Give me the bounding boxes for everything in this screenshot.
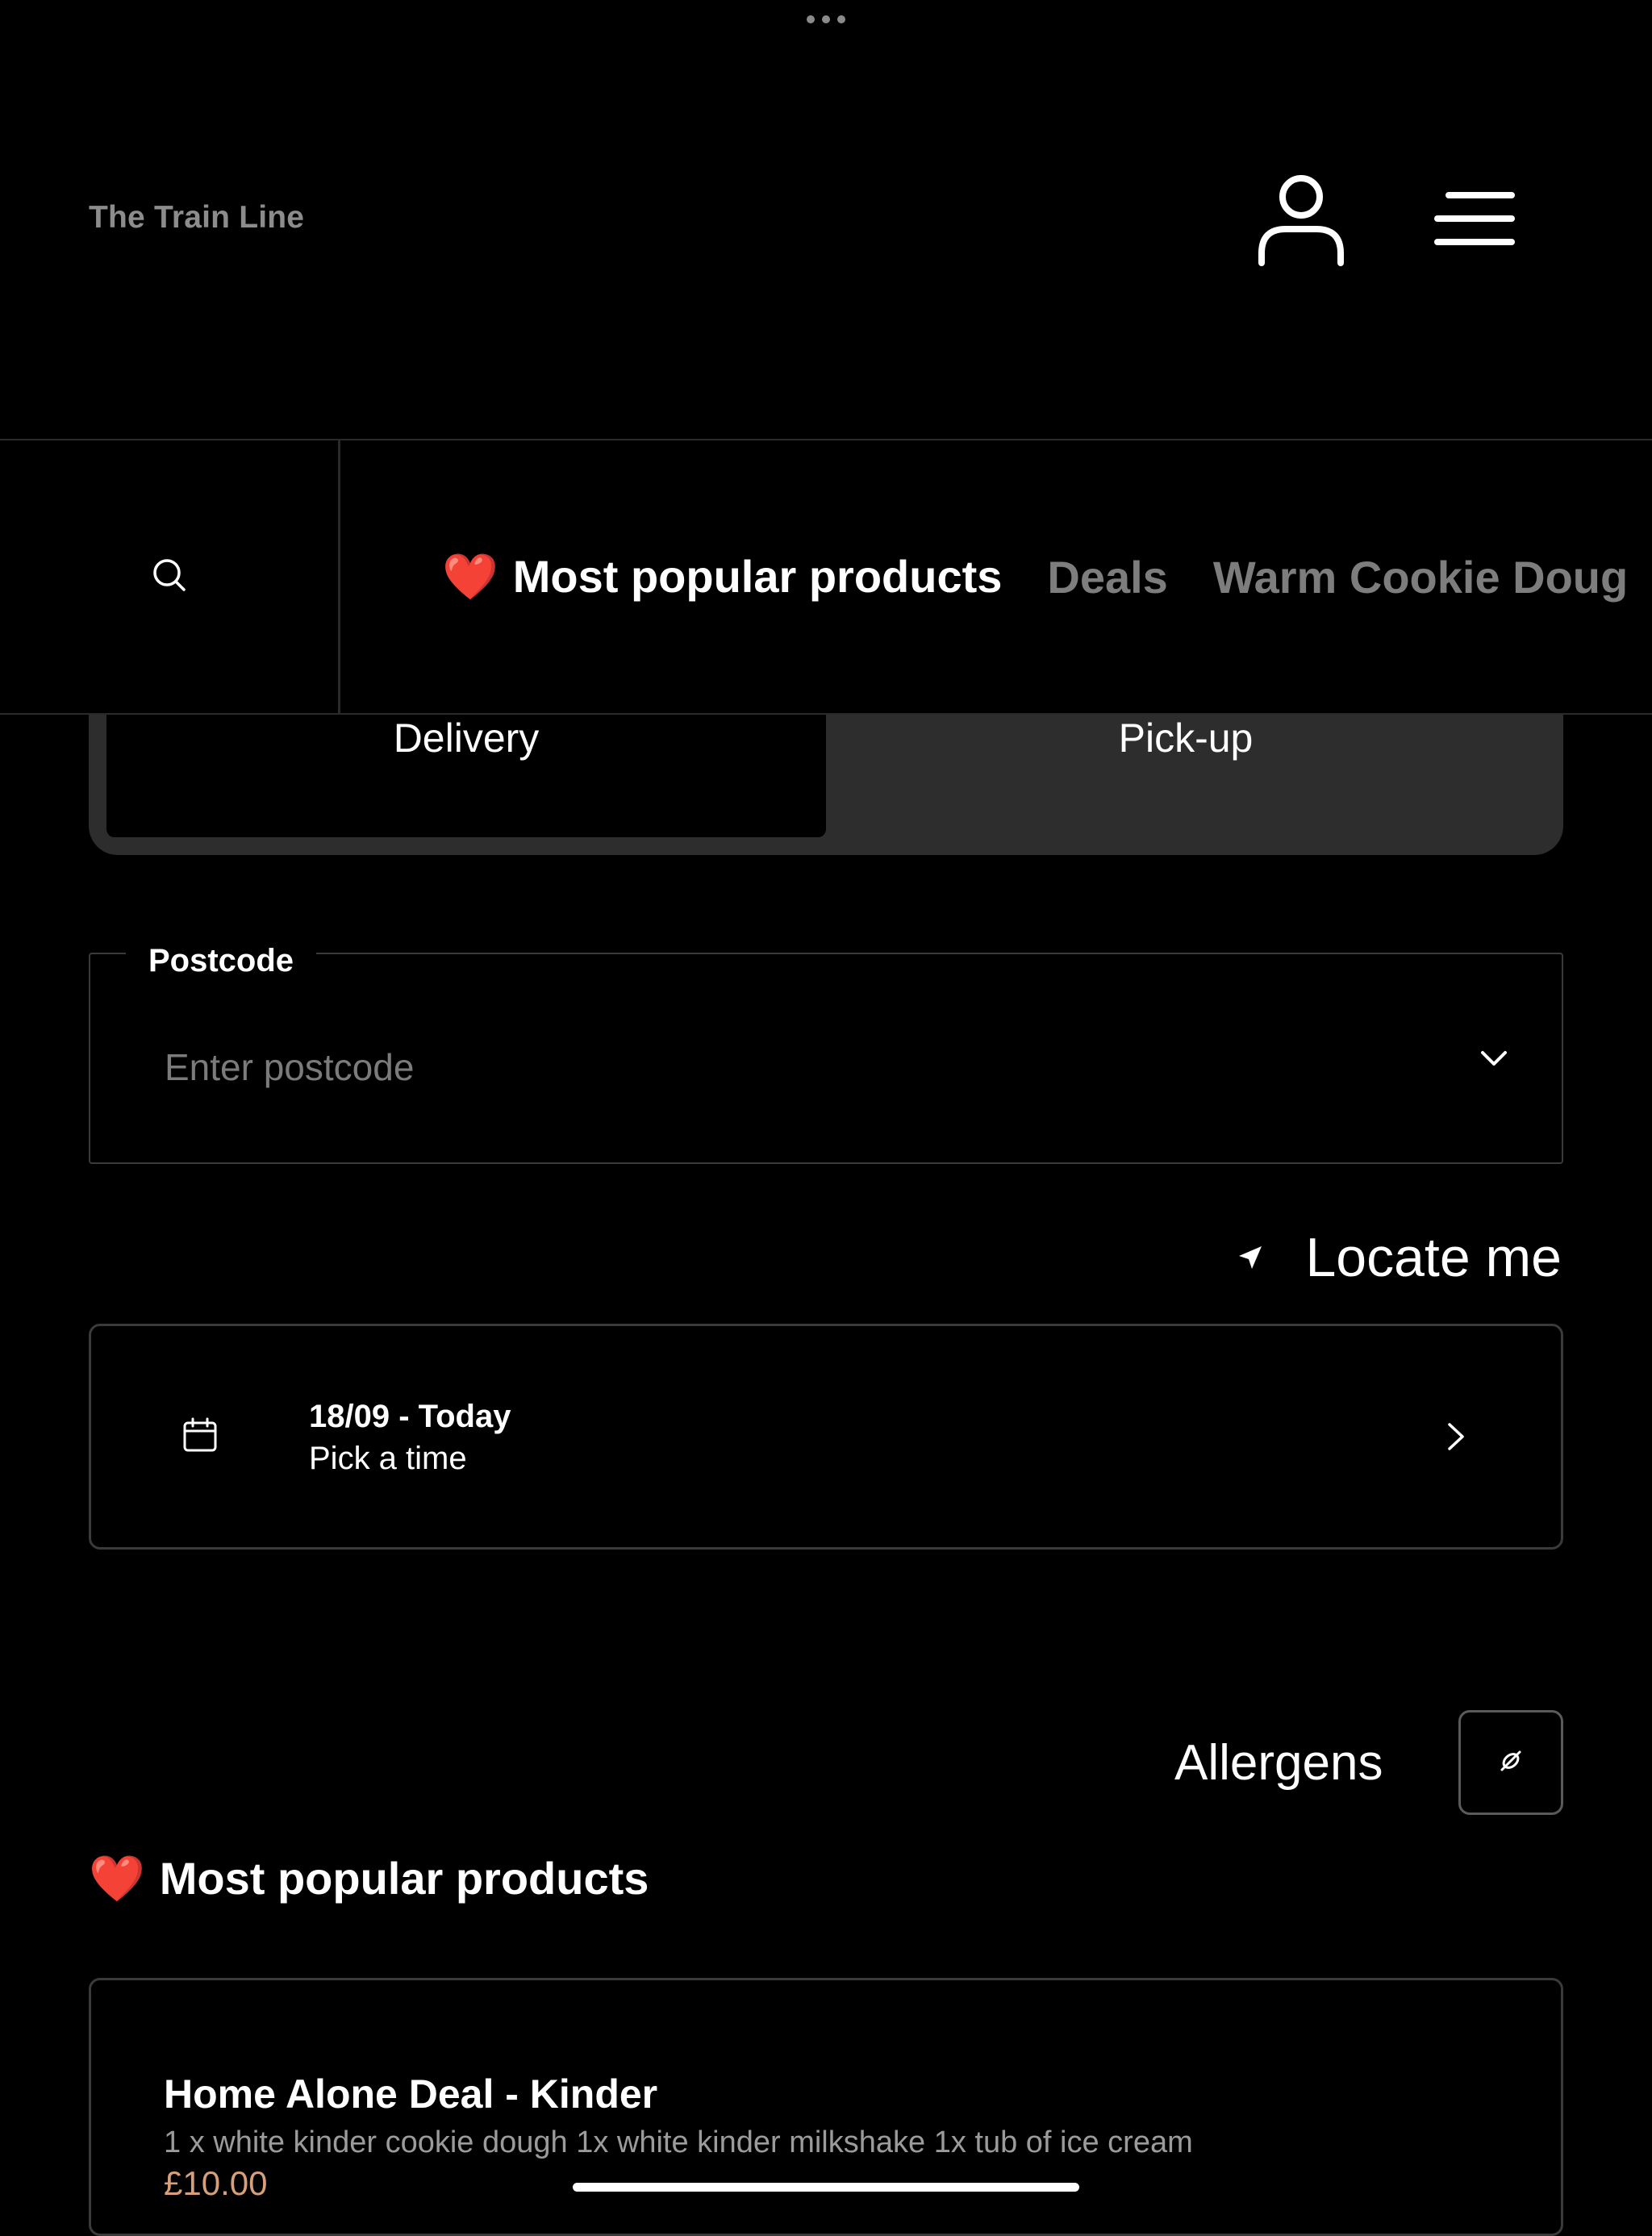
section-title: ❤️ Most popular products — [89, 1852, 649, 1905]
postcode-field[interactable]: Postcode — [89, 943, 1563, 1164]
user-icon[interactable] — [1257, 173, 1345, 266]
postcode-label: Postcode — [126, 943, 317, 979]
pick-time-label: Pick a time — [309, 1441, 467, 1476]
location-arrow-icon — [1233, 1241, 1265, 1274]
hamburger-menu-icon[interactable] — [1434, 190, 1515, 247]
product-description: 1 x white kinder cookie dough 1x white k… — [164, 2125, 1193, 2159]
locate-me-button[interactable]: Locate me — [1233, 1226, 1562, 1289]
postcode-input[interactable] — [165, 1035, 1375, 1099]
section-title-text: Most popular products — [159, 1853, 649, 1904]
tab-label: Most popular products — [512, 551, 1003, 602]
time-picker-card[interactable]: 18/09 - Today Pick a time — [89, 1324, 1563, 1550]
delivery-label: Delivery — [393, 715, 540, 761]
tab-label: Deals — [1047, 551, 1168, 603]
calendar-icon — [181, 1416, 219, 1454]
search-button[interactable] — [0, 440, 340, 713]
selected-date: 18/09 - Today — [309, 1399, 511, 1434]
allergens-label: Allergens — [1174, 1735, 1383, 1791]
home-indicator[interactable] — [573, 2183, 1079, 2192]
window-grabber[interactable] — [807, 15, 845, 23]
brand-name[interactable]: The Train Line — [89, 200, 304, 236]
pickup-option[interactable]: Pick-up — [826, 710, 1546, 837]
product-price: £10.00 — [164, 2164, 268, 2202]
tab-label: Warm Cookie Doug — [1212, 551, 1629, 603]
tab-warm-cookie-dough[interactable]: Warm Cookie Doug — [1213, 551, 1628, 603]
delivery-option[interactable]: Delivery — [106, 710, 826, 837]
tab-deals[interactable]: Deals — [1047, 551, 1167, 603]
category-bar: ❤️ Most popular products Deals Warm Cooki… — [0, 439, 1652, 715]
allergen-filter-icon — [1497, 1747, 1525, 1779]
search-icon — [152, 557, 187, 597]
allergens-filter-button[interactable] — [1458, 1710, 1563, 1815]
product-card[interactable]: Home Alone Deal - Kinder 1 x white kinde… — [89, 1978, 1563, 2236]
pickup-label: Pick-up — [1118, 715, 1254, 761]
chevron-right-icon — [1441, 1420, 1469, 1454]
product-name: Home Alone Deal - Kinder — [164, 2071, 658, 2117]
locate-me-label: Locate me — [1305, 1227, 1562, 1288]
heart-icon: ❤️ — [89, 1853, 145, 1904]
order-mode-switch: Delivery Pick-up — [89, 710, 1563, 855]
heart-icon: ❤️ — [442, 551, 499, 602]
category-tabs: ❤️ Most popular products Deals Warm Cooki… — [442, 440, 1652, 713]
chevron-down-icon[interactable] — [1470, 1043, 1518, 1075]
tab-most-popular[interactable]: ❤️ Most popular products — [442, 550, 1002, 603]
